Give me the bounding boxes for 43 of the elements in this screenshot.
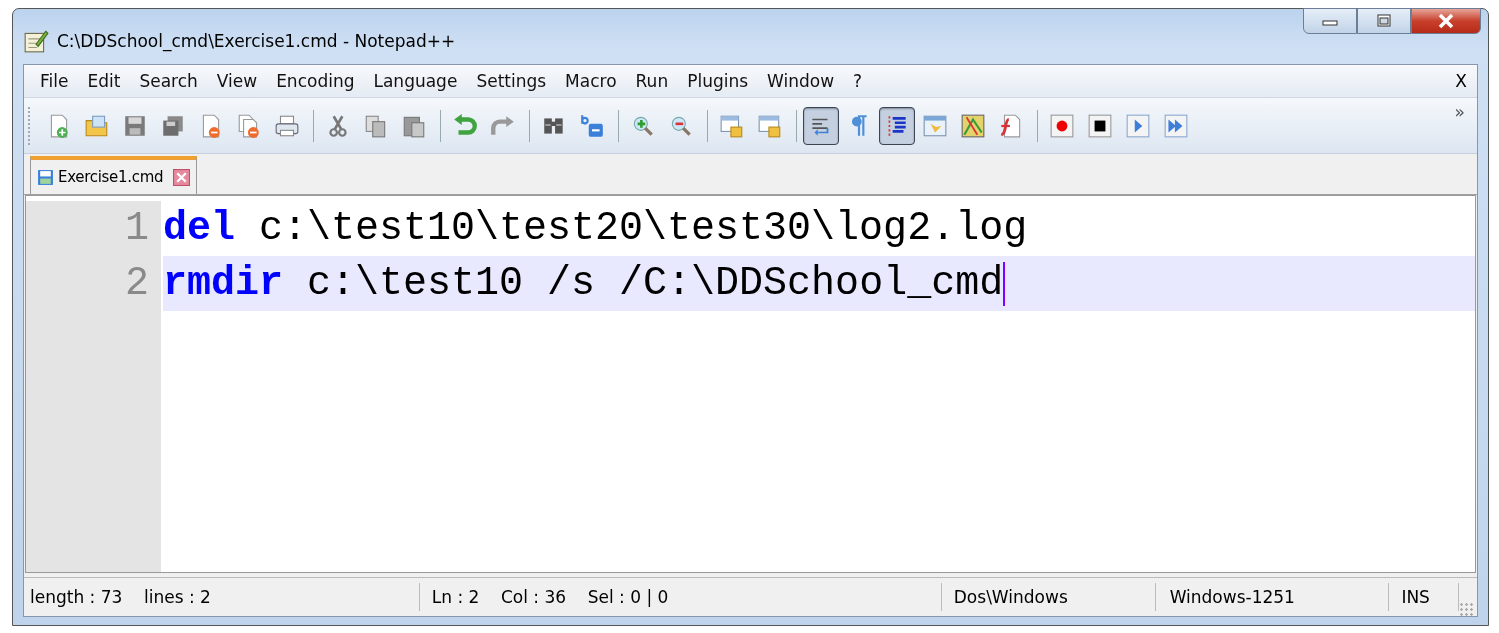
menu-item[interactable]: Window: [759, 71, 846, 91]
menu-item[interactable]: File: [32, 71, 80, 91]
menu-item[interactable]: Settings: [468, 71, 558, 91]
fast-forward-icon: [1163, 112, 1189, 139]
play-icon: [1125, 112, 1151, 139]
menu-item[interactable]: Encoding: [268, 71, 366, 91]
editor-area[interactable]: 1 2 del c:\test10\test20\test30\log2.log rmdir c:\test10 /s /C:\DDSchool_cmd: [25, 195, 1476, 573]
minimize-button[interactable]: [1303, 8, 1357, 34]
notepad-icon: [23, 27, 49, 54]
record-icon: [1049, 112, 1075, 139]
stop-icon: [1087, 112, 1113, 139]
menu-item[interactable]: Language: [365, 71, 469, 91]
menu-item[interactable]: Run: [627, 71, 680, 91]
window-title: C:\DDSchool_cmd\Exercise1.cmd - Notepad++: [57, 30, 456, 51]
status-text: length : 73 lines : 2: [24, 583, 420, 611]
menu-item[interactable]: ?: [845, 71, 874, 91]
line-number: 2: [124, 260, 149, 308]
status-text: Ln : 2 Col : 36 Sel : 0 | 0: [419, 583, 942, 611]
map-icon: [960, 112, 986, 139]
toolbar-button[interactable]: [879, 106, 915, 145]
toolbar-button[interactable]: [803, 106, 839, 145]
maximize-icon: [1374, 14, 1394, 28]
code-line: del c:\test10\test20\test30\log2.log: [163, 205, 1029, 253]
close-button[interactable]: [1411, 8, 1481, 34]
tab-close-icon[interactable]: [173, 168, 191, 186]
status-text: INS: [1389, 583, 1460, 611]
line-number: 1: [124, 205, 149, 253]
text-caret: [1003, 261, 1006, 306]
status-text: Dos\Windows: [941, 583, 1156, 611]
files-minus-icon: [236, 112, 262, 139]
menu-item[interactable]: Macro: [557, 71, 628, 91]
status-text: Windows-1251: [1155, 583, 1390, 611]
replace-icon: [579, 112, 605, 139]
menu-item[interactable]: Plugins: [679, 71, 760, 91]
toolbar-overflow-button[interactable]: »: [1454, 102, 1465, 122]
maximize-button[interactable]: [1357, 8, 1411, 34]
menu-item[interactable]: View: [208, 71, 269, 91]
close-document-button[interactable]: X: [1455, 71, 1477, 91]
tab-label: Exercise1.cmd: [58, 168, 164, 186]
file-tab[interactable]: Exercise1.cmd: [30, 156, 198, 194]
resize-grip-icon[interactable]: [1459, 602, 1473, 616]
menu-item[interactable]: Search: [131, 71, 209, 91]
menu-item[interactable]: Edit: [79, 71, 132, 91]
